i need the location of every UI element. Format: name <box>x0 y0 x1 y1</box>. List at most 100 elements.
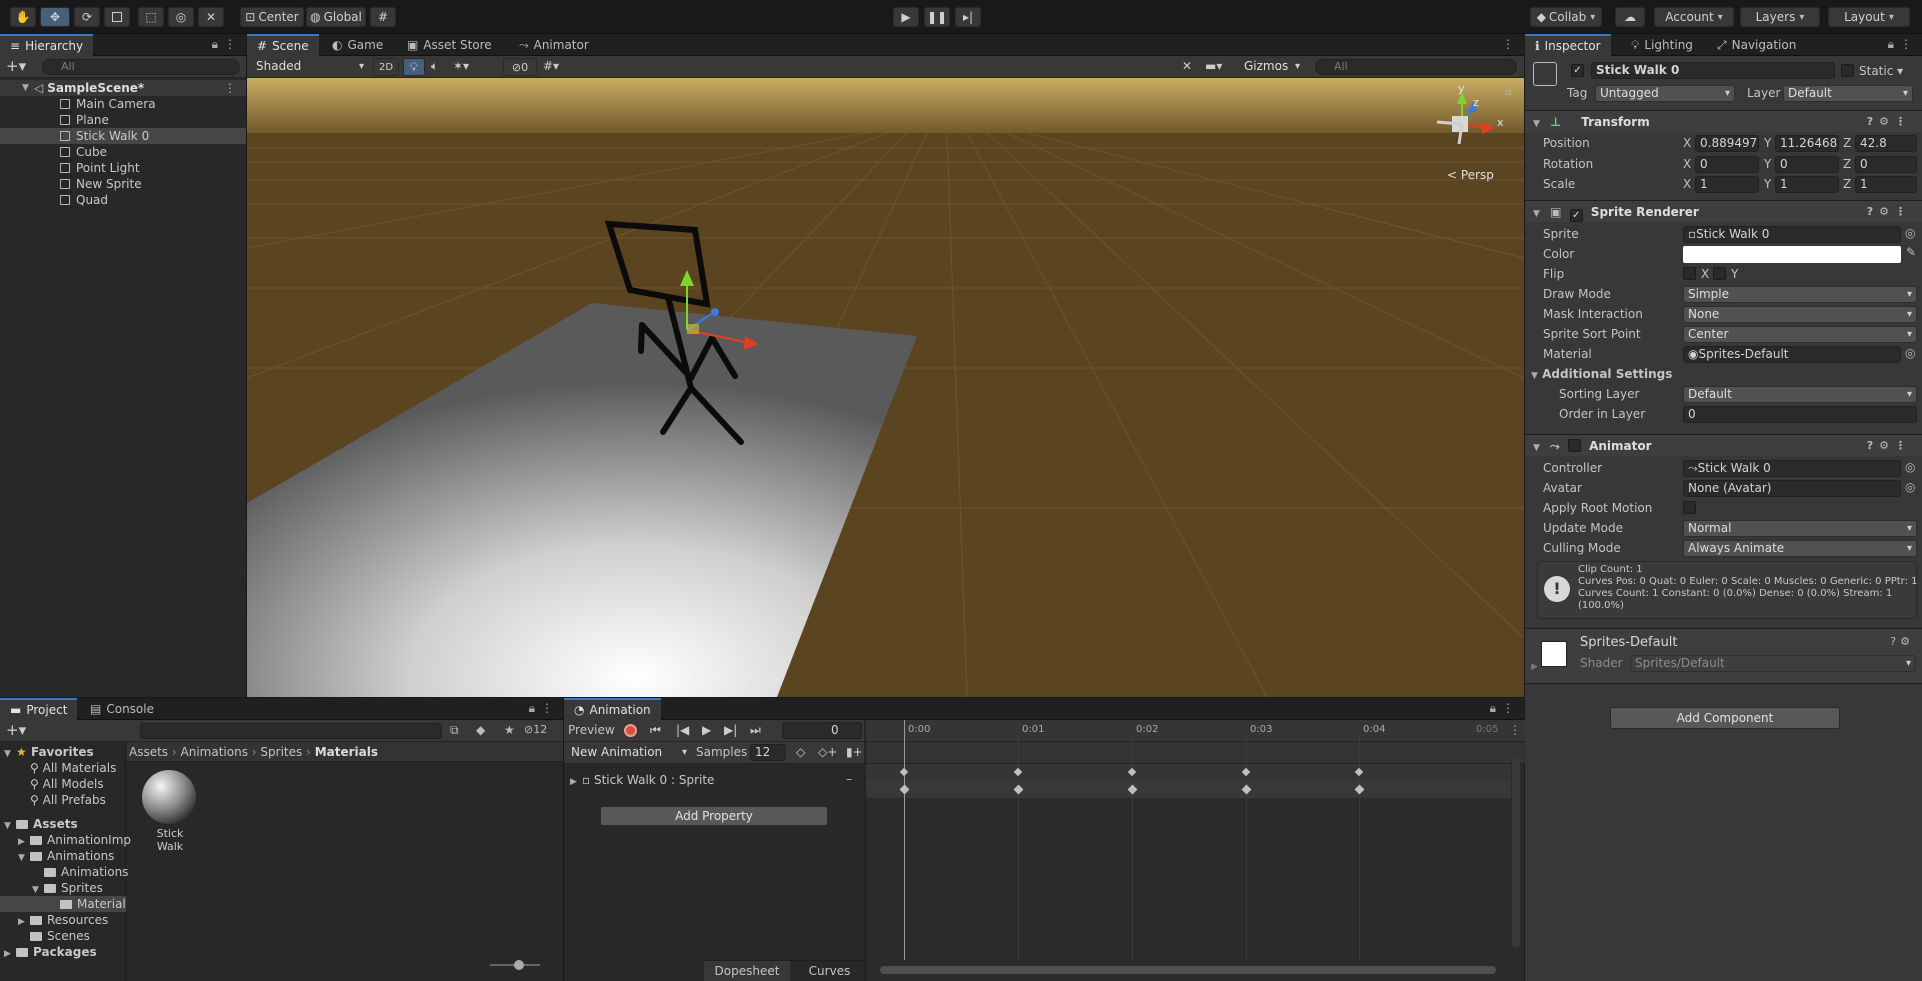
tab-lighting[interactable]: 💡︎ Lighting <box>1621 34 1703 56</box>
tab-scene[interactable]: # Scene <box>247 34 319 56</box>
sprite-renderer-header[interactable]: ▼ ▣ ✓ Sprite Renderer ?⚙⋮ <box>1525 200 1922 222</box>
icon-size-slider-thumb[interactable] <box>514 960 524 970</box>
folder-item[interactable]: Scenes <box>30 928 90 944</box>
more-menu-icon[interactable]: ⋮ <box>224 37 236 51</box>
culling-mode-dropdown[interactable]: Always Animate <box>1683 540 1917 557</box>
folder-item-selected[interactable]: Materials <box>0 896 126 912</box>
step-button[interactable]: ▸| <box>955 7 981 27</box>
folder-item[interactable]: ▶ Resources <box>18 912 108 928</box>
scene-menu-icon[interactable]: ⋮ <box>224 80 236 96</box>
create-plus-icon[interactable]: +▾ <box>6 57 26 75</box>
active-checkbox[interactable]: ✓ <box>1571 64 1584 77</box>
tab-hierarchy[interactable]: ≡ Hierarchy <box>0 34 94 56</box>
add-event-marker-icon[interactable]: ▮+ <box>846 745 863 759</box>
eyedropper-icon[interactable]: ✎ <box>1906 245 1916 259</box>
expand-arrow-icon[interactable]: ▶ <box>1531 662 1538 672</box>
inspector-menu-icon[interactable]: ⋮ <box>1900 37 1912 51</box>
add-component-button[interactable]: Add Component <box>1610 707 1840 729</box>
material-header-icons[interactable]: ?⚙ <box>1890 635 1914 648</box>
scene-more-menu-icon[interactable]: ⋮ <box>1502 37 1514 51</box>
draw-mode-dropdown[interactable]: Simple <box>1683 286 1917 303</box>
additional-settings-foldout[interactable]: ▼ Additional Settings <box>1531 365 1672 383</box>
folder-item[interactable]: Animations <box>44 864 128 880</box>
static-checkbox[interactable] <box>1841 64 1854 77</box>
position-z-field[interactable]: 42.8 <box>1855 135 1917 152</box>
hierarchy-search-input[interactable]: All <box>42 59 240 75</box>
grid-toggle-icon[interactable]: #▾ <box>543 59 559 73</box>
events-row[interactable] <box>866 742 1525 764</box>
shader-dropdown[interactable]: Sprites/Default <box>1630 655 1916 672</box>
update-mode-dropdown[interactable]: Normal <box>1683 520 1917 537</box>
effects-toggle-icon[interactable]: ✶▾ <box>453 59 469 73</box>
hierarchy-item[interactable]: Point Light <box>60 160 140 176</box>
grid-snap-icon[interactable]: # <box>370 7 396 27</box>
component-header-icons[interactable]: ?⚙⋮ <box>1867 435 1912 457</box>
scene-row[interactable]: ▼ ◁ SampleScene* ⋮ <box>0 80 246 96</box>
previous-keyframe-icon[interactable]: |◀ <box>676 723 689 737</box>
transform-tool-icon[interactable]: ◎ <box>168 7 194 27</box>
scene-search-input[interactable]: All <box>1315 59 1517 75</box>
object-name-field[interactable]: Stick Walk 0 <box>1591 62 1835 79</box>
transform-header[interactable]: ▼ ⊥ Transform ?⚙⋮ <box>1525 110 1922 132</box>
time-ruler[interactable]: 0:00 0:01 0:02 0:03 0:04 0:05 ⋮ <box>866 720 1525 742</box>
sprite-renderer-enabled-checkbox[interactable]: ✓ <box>1569 209 1583 222</box>
add-keyframe-icon[interactable]: ◇ <box>796 745 805 759</box>
favorites-entry[interactable]: ⚲ All Materials <box>30 760 116 776</box>
scale-x-field[interactable]: 1 <box>1695 176 1759 193</box>
flip-y-checkbox[interactable] <box>1713 267 1726 280</box>
tag-dropdown[interactable]: Untagged <box>1595 85 1735 102</box>
scale-tool-icon[interactable] <box>104 7 130 27</box>
sorting-layer-dropdown[interactable]: Default <box>1683 386 1917 403</box>
position-y-field[interactable]: 11.26468 <box>1775 135 1839 152</box>
add-property-button[interactable]: Add Property <box>600 806 828 826</box>
hidden-objects-toggle[interactable]: ⊘ 0 <box>503 58 537 76</box>
favorites-entry[interactable]: ⚲ All Models <box>30 776 104 792</box>
packages-root-item[interactable]: ▶ Packages <box>4 944 97 960</box>
favorites-item[interactable]: ▼ ★ Favorites <box>4 744 94 760</box>
static-dropdown[interactable]: Static ▾ <box>1859 62 1903 80</box>
sort-point-dropdown[interactable]: Center <box>1683 326 1917 343</box>
rotation-z-field[interactable]: 0 <box>1855 156 1917 173</box>
rotate-tool-icon[interactable]: ⟳ <box>74 7 100 27</box>
play-animation-icon[interactable]: ▶ <box>702 723 711 737</box>
animation-lock-icon[interactable]: 🔒︎ <box>1490 701 1496 716</box>
create-plus-icon[interactable]: +▾ <box>6 721 26 739</box>
next-keyframe-icon[interactable]: ▶| <box>724 723 737 737</box>
layers-dropdown[interactable]: Layers <box>1740 7 1820 27</box>
last-keyframe-icon[interactable]: ⏭ <box>750 723 761 738</box>
folder-item[interactable]: ▶ AnimationImp <box>18 832 131 848</box>
animator-enabled-checkbox[interactable] <box>1567 439 1581 452</box>
component-header-icons[interactable]: ?⚙⋮ <box>1867 111 1912 133</box>
horizontal-scrollbar[interactable] <box>880 966 1496 974</box>
flip-x-checkbox[interactable] <box>1683 267 1696 280</box>
add-event-icon[interactable]: ◇+ <box>818 745 837 759</box>
mask-interaction-dropdown[interactable]: None <box>1683 306 1917 323</box>
search-by-type-icon[interactable]: ⧉ <box>450 723 459 738</box>
avatar-field[interactable]: None (Avatar) <box>1683 480 1901 497</box>
account-dropdown[interactable]: Account <box>1654 7 1734 27</box>
scene-viewport[interactable]: y z x < Persp ▫ <box>247 78 1524 697</box>
tab-animator[interactable]: ⤳ Animator <box>509 34 599 56</box>
property-row[interactable]: ▶ ▫ Stick Walk 0 : Sprite <box>570 772 714 788</box>
component-header-icons[interactable]: ?⚙⋮ <box>1867 201 1912 223</box>
project-lock-icon[interactable]: 🔒︎ <box>529 701 535 716</box>
preview-toggle[interactable]: Preview <box>568 723 615 737</box>
inspector-lock-icon[interactable]: 🔒︎ <box>1888 37 1894 52</box>
object-picker-icon[interactable]: ◎ <box>1905 226 1915 240</box>
viewport-lock-icon[interactable]: ▫ <box>1505 87 1512 98</box>
mode-2d-button[interactable]: 2D <box>373 58 399 76</box>
tab-console[interactable]: ▤ Console <box>80 698 164 720</box>
pivot-global-button[interactable]: ◍ Global <box>306 7 366 27</box>
apply-root-motion-checkbox[interactable] <box>1683 501 1696 514</box>
assets-root-item[interactable]: ▼ Assets <box>4 816 78 832</box>
vertical-scrollbar[interactable] <box>1512 758 1520 948</box>
object-picker-icon[interactable]: ◎ <box>1905 480 1915 494</box>
tab-project[interactable]: ▬ Project <box>0 698 78 720</box>
color-swatch[interactable] <box>1683 246 1901 263</box>
asset-tile[interactable]: Stick Walk <box>142 770 198 853</box>
tab-navigation[interactable]: ⤢ Navigation <box>1707 34 1806 56</box>
lighting-toggle-icon[interactable]: 💡︎ <box>403 58 425 76</box>
material-field[interactable]: ◉Sprites-Default <box>1683 346 1901 363</box>
layer-dropdown[interactable]: Default <box>1783 85 1913 102</box>
remove-property-icon[interactable]: – <box>846 772 852 786</box>
